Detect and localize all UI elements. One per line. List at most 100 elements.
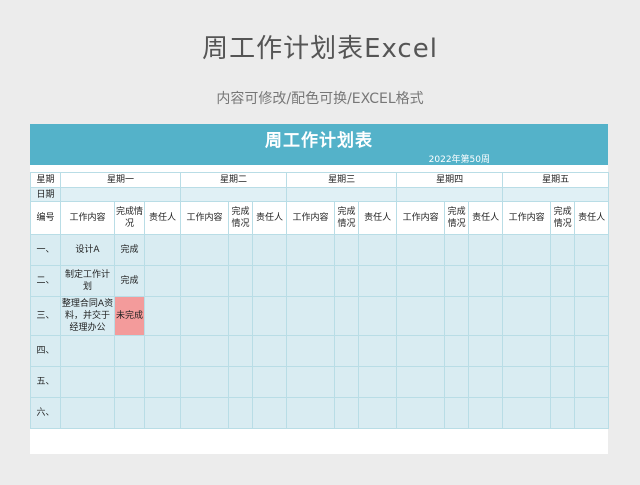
task-status[interactable]: 完成	[114, 265, 145, 297]
cell[interactable]	[358, 335, 398, 367]
task-status-incomplete[interactable]: 未完成	[114, 296, 145, 336]
cell[interactable]	[468, 296, 504, 336]
cell[interactable]	[444, 335, 470, 367]
cell[interactable]	[396, 366, 446, 398]
cell[interactable]	[502, 366, 552, 398]
status-header: 完成情况	[444, 201, 470, 235]
cell[interactable]	[286, 335, 336, 367]
cell[interactable]	[502, 234, 552, 266]
task-status[interactable]	[114, 397, 145, 429]
cell[interactable]	[502, 335, 552, 367]
cell[interactable]	[180, 296, 230, 336]
cell[interactable]	[180, 234, 230, 266]
cell[interactable]	[574, 234, 610, 266]
owner-cell[interactable]	[143, 234, 182, 266]
date-cell[interactable]	[502, 187, 610, 202]
cell[interactable]	[252, 335, 288, 367]
task-content[interactable]: 制定工作计划	[60, 265, 115, 297]
date-cell[interactable]	[396, 187, 504, 202]
cell[interactable]	[444, 397, 470, 429]
cell[interactable]	[502, 397, 552, 429]
cell[interactable]	[550, 397, 576, 429]
table-row: 一、 设计A 完成	[30, 234, 610, 266]
cell[interactable]	[444, 265, 470, 297]
cell[interactable]	[286, 366, 336, 398]
cell[interactable]	[550, 265, 576, 297]
task-content[interactable]	[60, 397, 115, 429]
cell[interactable]	[468, 234, 504, 266]
cell[interactable]	[468, 265, 504, 297]
cell[interactable]	[396, 296, 446, 336]
task-status[interactable]	[114, 335, 145, 367]
cell[interactable]	[358, 296, 398, 336]
cell[interactable]	[180, 366, 230, 398]
cell[interactable]	[252, 296, 288, 336]
cell[interactable]	[358, 234, 398, 266]
cell[interactable]	[286, 296, 336, 336]
cell[interactable]	[396, 397, 446, 429]
cell[interactable]	[334, 335, 360, 367]
row-number: 三、	[30, 296, 61, 336]
date-cell[interactable]	[59, 187, 182, 202]
cell[interactable]	[574, 397, 610, 429]
cell[interactable]	[286, 397, 336, 429]
cell[interactable]	[180, 265, 230, 297]
owner-cell[interactable]	[143, 296, 182, 336]
owner-cell[interactable]	[143, 366, 182, 398]
cell[interactable]	[180, 397, 230, 429]
cell[interactable]	[286, 234, 336, 266]
cell[interactable]	[334, 397, 360, 429]
cell[interactable]	[444, 234, 470, 266]
task-content[interactable]	[60, 335, 115, 367]
cell[interactable]	[502, 296, 552, 336]
cell[interactable]	[396, 335, 446, 367]
task-content[interactable]: 设计A	[60, 234, 115, 266]
cell[interactable]	[228, 366, 254, 398]
cell[interactable]	[550, 335, 576, 367]
cell[interactable]	[444, 296, 470, 336]
cell[interactable]	[574, 265, 610, 297]
cell[interactable]	[180, 335, 230, 367]
cell[interactable]	[252, 397, 288, 429]
cell[interactable]	[468, 397, 504, 429]
cell[interactable]	[550, 366, 576, 398]
date-cell[interactable]	[286, 187, 398, 202]
table-row: 三、 整理合同A资料，并交于经理办公 未完成	[30, 296, 610, 336]
task-content[interactable]	[60, 366, 115, 398]
cell[interactable]	[502, 265, 552, 297]
owner-cell[interactable]	[143, 265, 182, 297]
cell[interactable]	[228, 397, 254, 429]
cell[interactable]	[574, 296, 610, 336]
cell[interactable]	[468, 335, 504, 367]
cell[interactable]	[252, 234, 288, 266]
cell[interactable]	[550, 296, 576, 336]
task-status[interactable]	[114, 366, 145, 398]
cell[interactable]	[468, 366, 504, 398]
cell[interactable]	[396, 265, 446, 297]
cell[interactable]	[550, 234, 576, 266]
cell[interactable]	[396, 234, 446, 266]
cell[interactable]	[228, 335, 254, 367]
cell[interactable]	[574, 366, 610, 398]
owner-cell[interactable]	[143, 335, 182, 367]
page-subtitle: 内容可修改/配色可换/EXCEL格式	[216, 91, 424, 107]
cell[interactable]	[334, 366, 360, 398]
task-content[interactable]: 整理合同A资料，并交于经理办公	[60, 296, 115, 336]
cell[interactable]	[228, 265, 254, 297]
task-status[interactable]: 完成	[114, 234, 145, 266]
cell[interactable]	[358, 366, 398, 398]
cell[interactable]	[334, 296, 360, 336]
cell[interactable]	[252, 366, 288, 398]
date-cell[interactable]	[180, 187, 288, 202]
cell[interactable]	[574, 335, 610, 367]
cell[interactable]	[358, 265, 398, 297]
cell[interactable]	[334, 265, 360, 297]
cell[interactable]	[358, 397, 398, 429]
cell[interactable]	[334, 234, 360, 266]
cell[interactable]	[252, 265, 288, 297]
owner-cell[interactable]	[143, 397, 182, 429]
cell[interactable]	[228, 234, 254, 266]
cell[interactable]	[286, 265, 336, 297]
cell[interactable]	[444, 366, 470, 398]
cell[interactable]	[228, 296, 254, 336]
